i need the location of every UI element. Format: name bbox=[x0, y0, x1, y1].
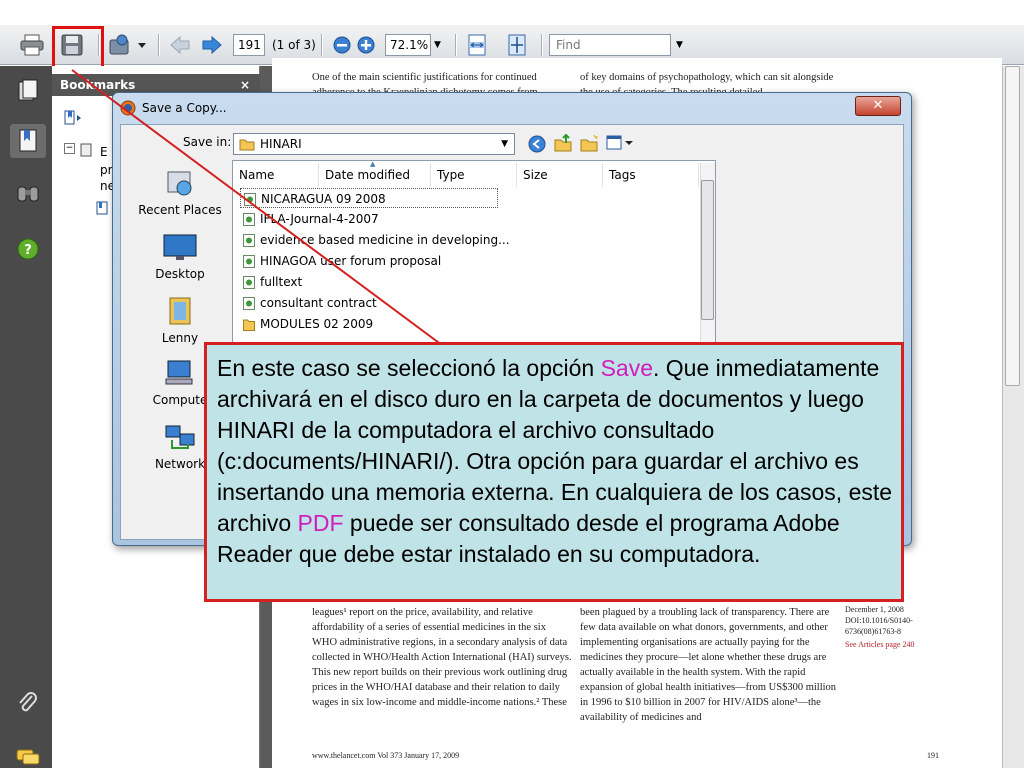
page-number-input[interactable]: 191 bbox=[233, 34, 265, 56]
bookmark-item-fragment[interactable]: E bbox=[100, 145, 108, 159]
find-dropdown-icon[interactable]: ▼ bbox=[676, 34, 683, 56]
bookmark-collapse-icon[interactable]: − bbox=[64, 143, 75, 154]
file-row[interactable]: fulltext bbox=[240, 272, 302, 292]
callout-text-part: . Que inmediatamente archivará en el dis… bbox=[217, 355, 893, 536]
column-header-tags[interactable]: Tags bbox=[603, 163, 699, 187]
previous-page-icon[interactable] bbox=[166, 31, 194, 59]
save-in-label: Save in: bbox=[183, 135, 232, 149]
bookmark-page-icon bbox=[96, 201, 108, 218]
file-name: fulltext bbox=[260, 275, 303, 289]
document-icon bbox=[243, 213, 255, 226]
document-icon bbox=[243, 234, 255, 247]
file-name: IFLA-Journal-4-2007 bbox=[260, 212, 379, 226]
annotation-callout: En este caso se seleccionó la opción Sav… bbox=[204, 342, 904, 602]
bookmarks-icon[interactable] bbox=[10, 124, 46, 158]
document-icon bbox=[243, 255, 255, 268]
back-icon[interactable] bbox=[528, 135, 546, 156]
place-label: Recent Places bbox=[138, 203, 222, 217]
document-page-number: 191 bbox=[927, 751, 939, 760]
bookmark-item-fragment[interactable]: pr bbox=[100, 163, 113, 177]
callout-text-part: En este caso se seleccionó la opción bbox=[217, 355, 601, 381]
file-row[interactable]: NICARAGUA 09 2008 bbox=[240, 188, 498, 208]
place-recent-places[interactable]: Recent Places bbox=[130, 168, 230, 217]
zoom-in-icon[interactable] bbox=[352, 31, 380, 59]
file-row[interactable]: HINAGOA user forum proposal bbox=[240, 251, 441, 271]
save-in-dropdown[interactable]: HINARI ▼ bbox=[233, 133, 515, 155]
bookmark-page-icon bbox=[80, 143, 92, 160]
zoom-dropdown-icon[interactable]: ▼ bbox=[434, 34, 441, 56]
toolbar-separator bbox=[321, 34, 323, 56]
document-footer: www.thelancet.com Vol 373 January 17, 20… bbox=[312, 751, 460, 760]
comments-icon[interactable] bbox=[10, 740, 46, 768]
file-name: evidence based medicine in developing... bbox=[260, 233, 510, 247]
recent-places-icon bbox=[167, 171, 192, 196]
document-text-bottom-right: been plagued by a troubling lack of tran… bbox=[580, 607, 837, 723]
file-name: HINAGOA user forum proposal bbox=[260, 254, 442, 268]
callout-text: En este caso se seleccionó la opción Sav… bbox=[217, 353, 893, 570]
next-page-icon[interactable] bbox=[198, 31, 226, 59]
document-see-articles: See Articles page 240 bbox=[845, 640, 915, 649]
share-menu-icon[interactable] bbox=[106, 31, 150, 59]
navigation-rail: ? bbox=[0, 66, 52, 768]
print-icon[interactable] bbox=[18, 31, 46, 59]
desktop-icon bbox=[163, 234, 197, 260]
folder-icon bbox=[239, 139, 255, 151]
binoculars-icon[interactable] bbox=[10, 176, 46, 210]
computer-icon bbox=[165, 360, 193, 385]
file-row[interactable]: IFLA-Journal-4-2007 bbox=[240, 209, 379, 229]
document-margin-note: December 1, 2008 DOI:10.1016/S0140-6736(… bbox=[845, 605, 913, 636]
help-icon[interactable]: ? bbox=[10, 232, 46, 266]
up-folder-icon[interactable] bbox=[554, 133, 572, 155]
dialog-close-button[interactable]: ✕ bbox=[855, 96, 901, 116]
views-menu-icon[interactable] bbox=[606, 135, 634, 154]
file-row[interactable]: evidence based medicine in developing... bbox=[240, 230, 510, 250]
pages-icon[interactable] bbox=[10, 74, 46, 108]
bookmarks-title: Bookmarks bbox=[60, 78, 136, 92]
file-list-scrollbar-thumb[interactable] bbox=[701, 180, 714, 320]
file-row[interactable]: consultant contract bbox=[240, 293, 377, 313]
document-scrollbar-thumb[interactable] bbox=[1005, 66, 1020, 386]
save-in-value: HINARI bbox=[260, 137, 302, 151]
fit-page-icon[interactable] bbox=[503, 31, 531, 59]
callout-save-keyword: Save bbox=[600, 355, 654, 381]
page-count: (1 of 3) bbox=[272, 38, 316, 52]
file-row[interactable]: MODULES 02 2009 bbox=[240, 314, 373, 334]
toolbar-separator bbox=[158, 34, 160, 56]
column-header-name[interactable]: Name bbox=[233, 163, 319, 187]
file-name: NICARAGUA 09 2008 bbox=[261, 192, 386, 206]
document-icon bbox=[244, 193, 256, 206]
zoom-level-input[interactable]: 72.1% bbox=[385, 34, 431, 56]
column-header-type[interactable]: Type bbox=[431, 163, 517, 187]
firefox-icon bbox=[120, 100, 136, 119]
toolbar-separator bbox=[455, 34, 457, 56]
place-lenny[interactable]: Lenny bbox=[130, 296, 230, 345]
fit-width-icon[interactable] bbox=[463, 31, 491, 59]
network-icon bbox=[165, 425, 195, 449]
folder-icon bbox=[243, 319, 255, 331]
find-input[interactable]: Find bbox=[549, 34, 671, 56]
new-folder-icon[interactable] bbox=[580, 134, 598, 155]
bookmark-options-icon[interactable] bbox=[64, 110, 84, 129]
document-text-bottom-left: leagues¹ report on the price, availabili… bbox=[312, 607, 572, 708]
svg-text:?: ? bbox=[24, 243, 32, 258]
place-label: Desktop bbox=[155, 267, 205, 281]
file-name: consultant contract bbox=[260, 296, 377, 310]
chevron-down-icon: ▼ bbox=[501, 139, 508, 149]
place-desktop[interactable]: Desktop bbox=[130, 232, 230, 281]
attachments-icon[interactable] bbox=[10, 686, 46, 720]
file-name: MODULES 02 2009 bbox=[260, 317, 374, 331]
user-folder-icon bbox=[169, 297, 191, 325]
document-icon bbox=[243, 276, 255, 289]
toolbar-separator bbox=[541, 34, 543, 56]
callout-pdf-keyword: PDF bbox=[297, 510, 344, 536]
dialog-title: Save a Copy... bbox=[142, 101, 227, 115]
sort-indicator-icon: ▲ bbox=[370, 160, 376, 168]
document-icon bbox=[243, 297, 255, 310]
column-header-size[interactable]: Size bbox=[517, 163, 603, 187]
